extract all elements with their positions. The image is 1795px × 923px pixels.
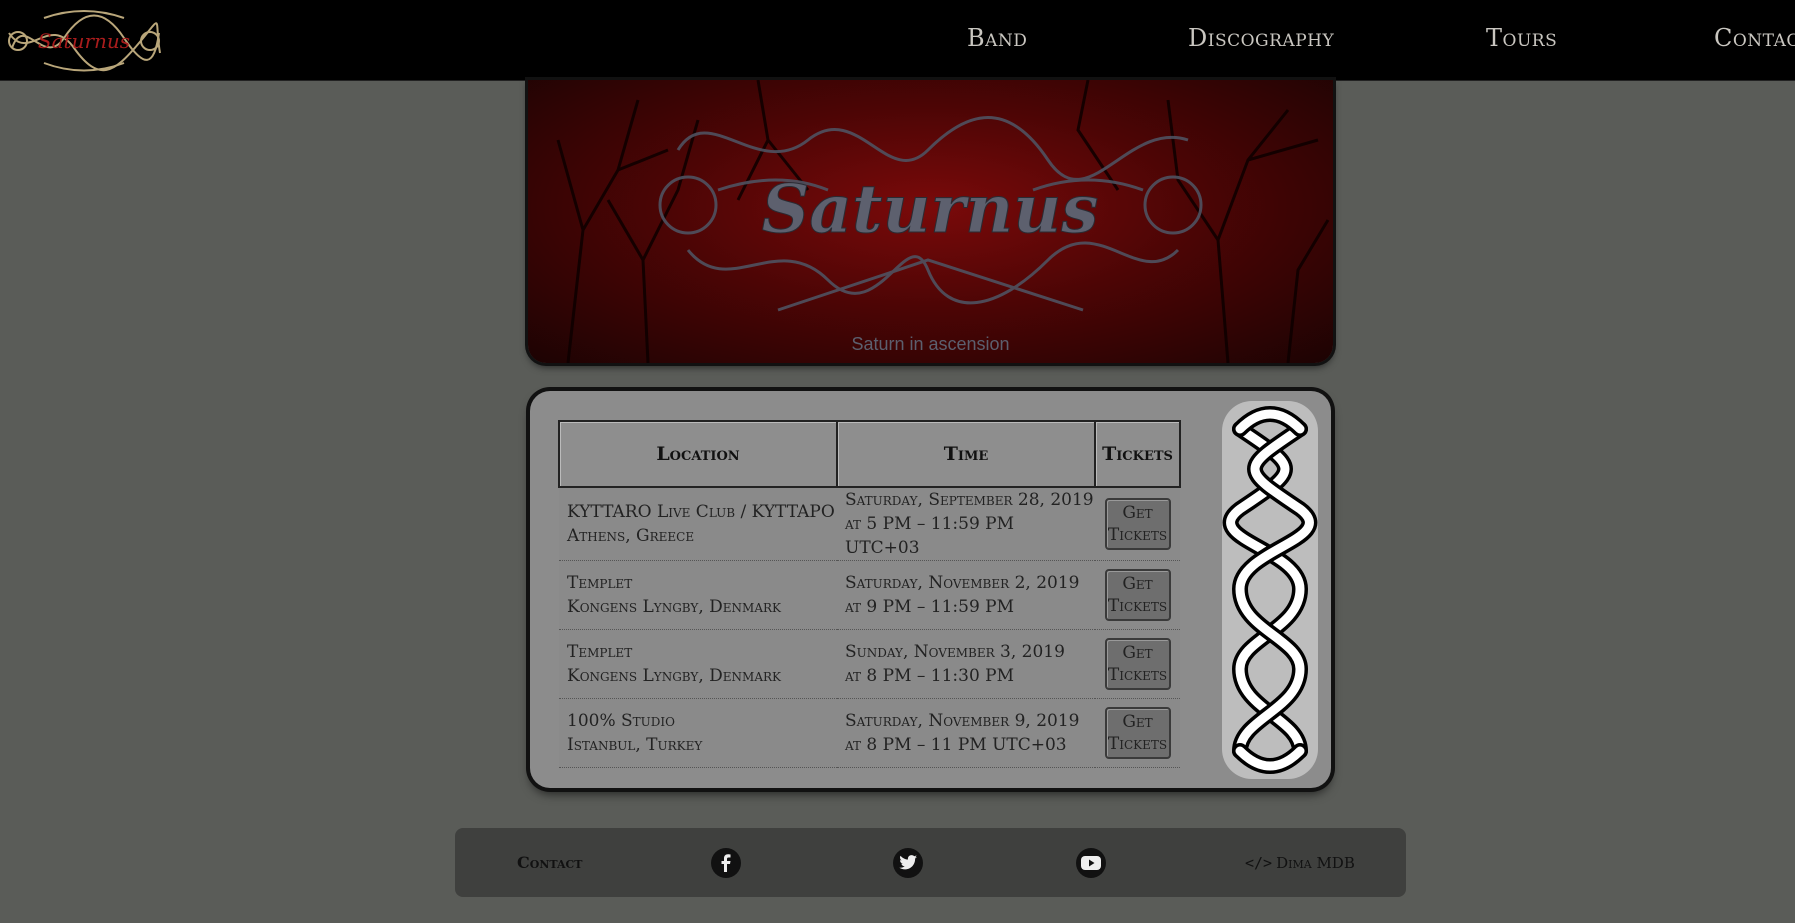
location-cell: Templet Kongens Lyngby, Denmark — [559, 560, 837, 630]
header-time: Time — [836, 420, 1096, 488]
location-cell: KYTTARO Live Club / KYTTAPO Athens, Greec… — [559, 487, 837, 561]
table-row: 100% Studio Istanbul, Turkey Saturday, No… — [559, 698, 1180, 768]
venue-city: Istanbul, Turkey — [567, 735, 703, 755]
nav-link-band[interactable]: Band — [967, 24, 1027, 52]
header-tickets: Tickets — [1094, 420, 1181, 488]
header-location: Location — [558, 420, 838, 488]
logo-wordmark: Saturnus — [38, 29, 130, 53]
nav-link-contact[interactable]: Contact — [1714, 24, 1795, 52]
twitter-link-wrap — [893, 828, 923, 897]
event-date: Saturday, September 28, 2019 — [845, 490, 1094, 510]
time-cell: Saturday, November 9, 2019 at 8 PM – 11 P… — [837, 698, 1095, 768]
get-tickets-button[interactable]: Get Tickets — [1104, 707, 1171, 759]
table-row: Templet Kongens Lyngby, Denmark Saturday,… — [559, 560, 1180, 630]
venue-name: Templet — [567, 573, 633, 593]
facebook-icon[interactable] — [711, 847, 741, 878]
site-logo[interactable]: Saturnus — [4, 8, 164, 74]
code-icon: </> — [1245, 853, 1273, 872]
page-footer: Contact </> Dima MDB — [455, 828, 1406, 897]
nav-link-discography[interactable]: Discography — [1188, 24, 1334, 52]
hero-artwork: Saturnus — [556, 80, 1330, 363]
facebook-link-wrap — [711, 828, 741, 897]
location-cell: 100% Studio Istanbul, Turkey — [559, 698, 837, 768]
footer-credit: </> Dima MDB — [1245, 828, 1355, 897]
event-hours: at 5 PM – 11:59 PM UTC+03 — [845, 514, 1015, 558]
event-date: Saturday, November 9, 2019 — [845, 711, 1080, 731]
venue-city: Kongens Lyngby, Denmark — [567, 666, 781, 686]
youtube-link-wrap — [1076, 828, 1106, 897]
tour-dates-table: Location Time Tickets KYTTARO Live Club … — [558, 420, 1181, 768]
hero-logo-wordmark: Saturnus — [762, 170, 1099, 248]
top-navbar: Saturnus Band Discography Tours Contact — [0, 0, 1795, 81]
venue-name: 100% Studio — [567, 711, 675, 731]
time-cell: Saturday, November 2, 2019 at 9 PM – 11:5… — [837, 560, 1095, 630]
time-cell: Saturday, September 28, 2019 at 5 PM – 11… — [837, 487, 1095, 561]
youtube-icon[interactable] — [1076, 847, 1106, 878]
event-date: Sunday, November 3, 2019 — [845, 642, 1065, 662]
table-row: KYTTARO Live Club / KYTTAPO Athens, Greec… — [559, 487, 1180, 561]
get-tickets-button[interactable]: Get Tickets — [1104, 498, 1171, 550]
venue-name: KYTTARO Live Club / KYTTAPO — [567, 502, 835, 522]
table-row: Templet Kongens Lyngby, Denmark Sunday, N… — [559, 629, 1180, 699]
venue-name: Templet — [567, 642, 633, 662]
celtic-knot-ornament — [1220, 399, 1320, 781]
venue-city: Athens, Greece — [567, 526, 695, 546]
get-tickets-button[interactable]: Get Tickets — [1104, 638, 1171, 690]
time-cell: Sunday, November 3, 2019 at 8 PM – 11:30 … — [837, 629, 1095, 699]
credit-label[interactable]: Dima MDB — [1276, 854, 1355, 872]
event-hours: at 9 PM – 11:59 PM — [845, 597, 1015, 617]
tickets-cell: Get Tickets — [1095, 629, 1180, 699]
event-date: Saturday, November 2, 2019 — [845, 573, 1080, 593]
event-hours: at 8 PM – 11:30 PM — [845, 666, 1015, 686]
table-header-row: Location Time Tickets — [558, 420, 1181, 488]
nav-link-tours[interactable]: Tours — [1486, 24, 1557, 52]
twitter-icon[interactable] — [893, 847, 923, 878]
location-cell: Templet Kongens Lyngby, Denmark — [559, 629, 837, 699]
tickets-cell: Get Tickets — [1095, 698, 1180, 768]
tickets-cell: Get Tickets — [1095, 487, 1180, 561]
footer-contact-link[interactable]: Contact — [517, 828, 582, 897]
venue-city: Kongens Lyngby, Denmark — [567, 597, 781, 617]
tickets-cell: Get Tickets — [1095, 560, 1180, 630]
hero-caption: Saturn in ascension — [851, 334, 1010, 354]
event-hours: at 8 PM – 11 PM UTC+03 — [845, 735, 1067, 755]
tour-dates-panel: Location Time Tickets KYTTARO Live Club … — [530, 391, 1331, 788]
get-tickets-button[interactable]: Get Tickets — [1104, 569, 1171, 621]
hero-banner: Saturnus Saturn in ascension — [528, 80, 1333, 363]
